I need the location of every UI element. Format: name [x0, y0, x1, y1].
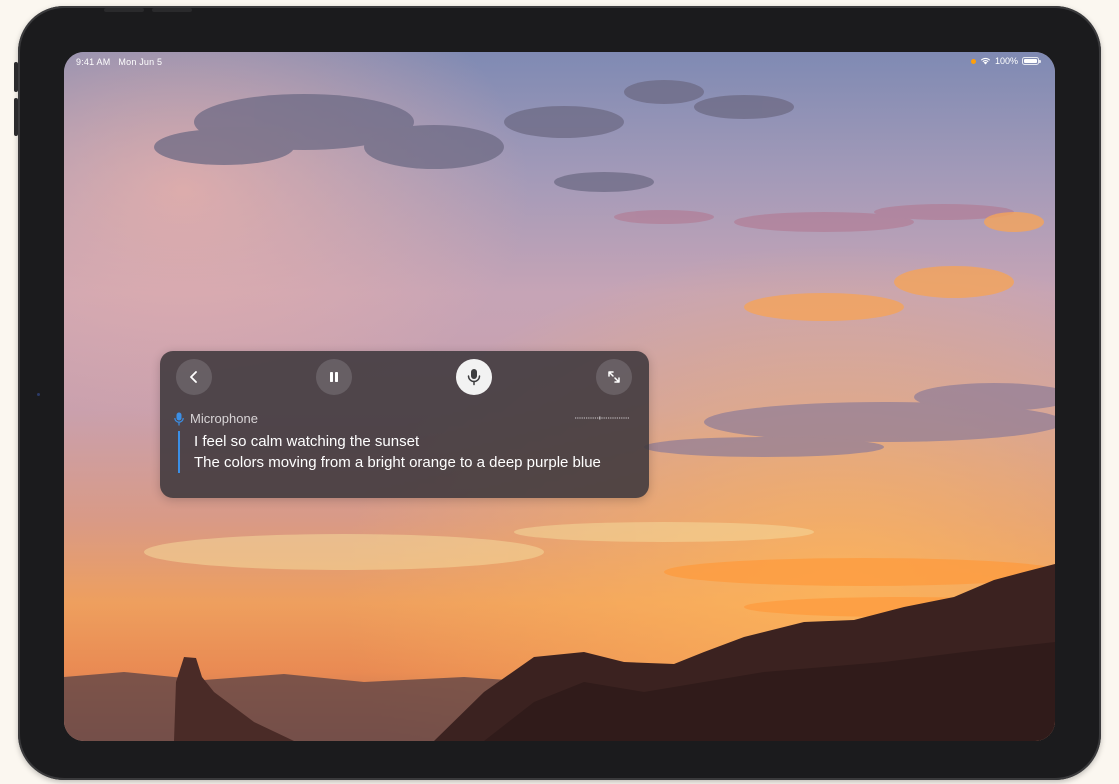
top-button[interactable] — [104, 8, 144, 12]
status-bar-left: 9:41 AM Mon Jun 5 — [76, 57, 162, 67]
caption-line: I feel so calm watching the sunset — [194, 433, 420, 450]
status-time: 9:41 AM — [76, 57, 111, 67]
microphone-icon — [174, 412, 184, 425]
expand-button[interactable] — [596, 359, 632, 395]
pause-button[interactable] — [316, 359, 352, 395]
volume-button[interactable] — [14, 62, 18, 92]
caption-source: Microphone — [174, 411, 258, 426]
battery-icon — [1022, 57, 1041, 65]
caption-line: The colors moving from a bright orange t… — [194, 454, 601, 471]
chevron-left-icon — [190, 371, 197, 383]
live-captions-panel[interactable]: Microphone I feel so calm watching the s… — [160, 351, 649, 498]
microphone-button[interactable] — [456, 359, 492, 395]
screen: 9:41 AM Mon Jun 5 100% Microphone I feel… — [64, 52, 1055, 741]
caption-transcript: I feel so calm watching the sunset The c… — [178, 431, 634, 473]
audio-level-meter — [575, 416, 629, 420]
volume-button-2[interactable] — [14, 98, 18, 136]
camera-dot — [37, 393, 40, 396]
privacy-indicator-dot — [970, 58, 976, 64]
wifi-icon — [980, 57, 991, 65]
pause-icon — [330, 372, 338, 382]
status-date: Mon Jun 5 — [118, 57, 163, 67]
back-button[interactable] — [176, 359, 212, 395]
microphone-icon — [467, 369, 481, 386]
caption-source-label: Microphone — [190, 411, 258, 426]
battery-percentage: 100% — [994, 56, 1018, 66]
top-button-2[interactable] — [152, 8, 192, 12]
expand-icon — [608, 371, 620, 383]
status-bar-right: 100% — [970, 56, 1041, 66]
